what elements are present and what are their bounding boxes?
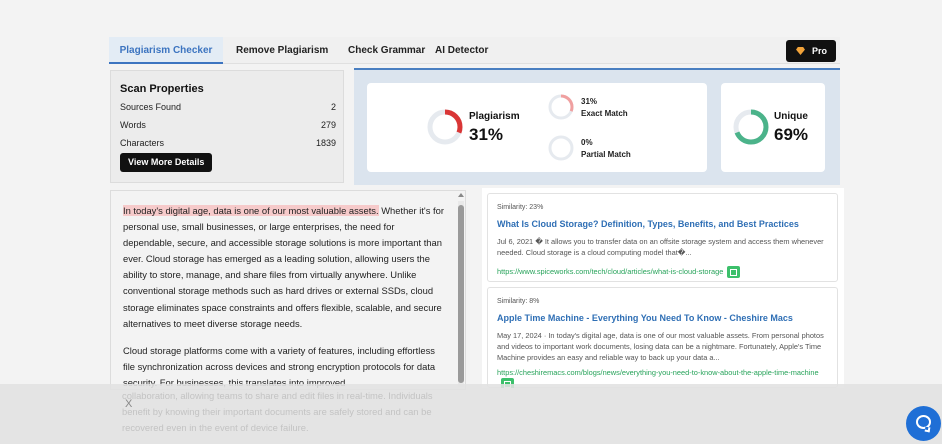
paragraph-1-text: Whether it's for personal use, small bus… <box>123 205 444 329</box>
sources-list: Similarity: 23% What Is Cloud Storage? D… <box>482 188 844 388</box>
tab-ai-detector[interactable]: AI Detector <box>435 37 488 64</box>
property-label: Characters <box>120 138 165 148</box>
external-link-icon[interactable] <box>727 266 741 279</box>
chat-icon[interactable] <box>906 406 941 441</box>
exact-match-donut <box>548 94 574 120</box>
property-words: Words 279 <box>120 120 336 130</box>
source-description: Jul 6, 2021 � It allows you to transfer … <box>497 237 824 257</box>
pro-label: Pro <box>811 46 827 56</box>
unique-label: Unique <box>774 111 808 122</box>
source-title-link[interactable]: Apple Time Machine - Everything You Need… <box>497 313 793 323</box>
view-more-details-button[interactable]: View More Details <box>120 153 213 172</box>
gem-icon <box>796 47 805 55</box>
chat-bubble-tail <box>924 426 931 433</box>
paragraph-1: In today's digital age, data is one of o… <box>123 203 448 332</box>
plagiarism-card: Plagiarism 31% 31% Exact Match 0% Partia… <box>367 83 707 172</box>
property-value: 279 <box>320 120 336 130</box>
scroll-up-arrow-icon[interactable] <box>458 193 464 197</box>
source-card[interactable]: Similarity: 8% Apple Time Machine - Ever… <box>487 287 838 388</box>
unique-donut <box>733 109 769 145</box>
unique-card: Unique 69% <box>721 83 825 172</box>
property-value: 1839 <box>315 138 336 148</box>
property-label: Words <box>120 120 146 130</box>
source-url-link[interactable]: https://www.spiceworks.com/tech/cloud/ar… <box>497 267 723 276</box>
tab-remove-plagiarism[interactable]: Remove Plagiarism <box>236 37 328 64</box>
close-icon[interactable]: X <box>125 398 132 410</box>
source-url-row: https://www.spiceworks.com/tech/cloud/ar… <box>497 266 831 279</box>
plagiarized-highlight[interactable]: In today's digital age, data is one of o… <box>123 205 379 216</box>
plagiarism-percent: 31% <box>469 125 504 144</box>
scan-properties-panel: Scan Properties Sources Found 2 Words 27… <box>110 70 344 183</box>
property-characters: Characters 1839 <box>120 138 336 148</box>
overlay-text: collaboration, allowing teams to share a… <box>122 390 433 434</box>
tab-check-grammar[interactable]: Check Grammar <box>348 37 425 64</box>
plagiarism-donut <box>427 109 463 145</box>
property-value: 2 <box>330 102 336 112</box>
tab-bar: Plagiarism Checker Remove Plagiarism Che… <box>109 37 840 64</box>
source-card[interactable]: Similarity: 23% What Is Cloud Storage? D… <box>487 193 838 282</box>
scrollbar-thumb[interactable] <box>458 205 464 383</box>
similarity-text: Similarity: 8% <box>497 298 540 305</box>
source-description: May 17, 2024 · In today's digital age, d… <box>497 331 824 362</box>
source-url-link[interactable]: https://cheshiremacs.com/blogs/news/ever… <box>497 368 819 377</box>
plagiarism-label: Plagiarism <box>469 111 520 122</box>
unique-percent: 69% <box>774 125 809 144</box>
similarity-text: Similarity: 23% <box>497 204 544 211</box>
scan-properties-title: Scan Properties <box>120 83 204 95</box>
partial-match-percent: 0% <box>581 138 593 147</box>
partial-match-donut <box>548 135 574 161</box>
bottom-overlay: collaboration, allowing teams to share a… <box>0 384 942 444</box>
tab-plagiarism-checker[interactable]: Plagiarism Checker <box>109 37 223 64</box>
input-text-panel[interactable]: In today's digital age, data is one of o… <box>110 190 466 390</box>
property-sources-found: Sources Found 2 <box>120 102 336 112</box>
exact-match-percent: 31% <box>581 97 598 106</box>
exact-match-label: Exact Match <box>581 109 628 118</box>
results-panel: Plagiarism 31% 31% Exact Match 0% Partia… <box>354 68 840 185</box>
property-label: Sources Found <box>120 102 182 112</box>
source-title-link[interactable]: What Is Cloud Storage? Definition, Types… <box>497 219 799 229</box>
partial-match-label: Partial Match <box>581 150 631 159</box>
paragraph-2: Cloud storage platforms come with a vari… <box>123 345 436 389</box>
pro-button[interactable]: Pro <box>786 40 836 62</box>
